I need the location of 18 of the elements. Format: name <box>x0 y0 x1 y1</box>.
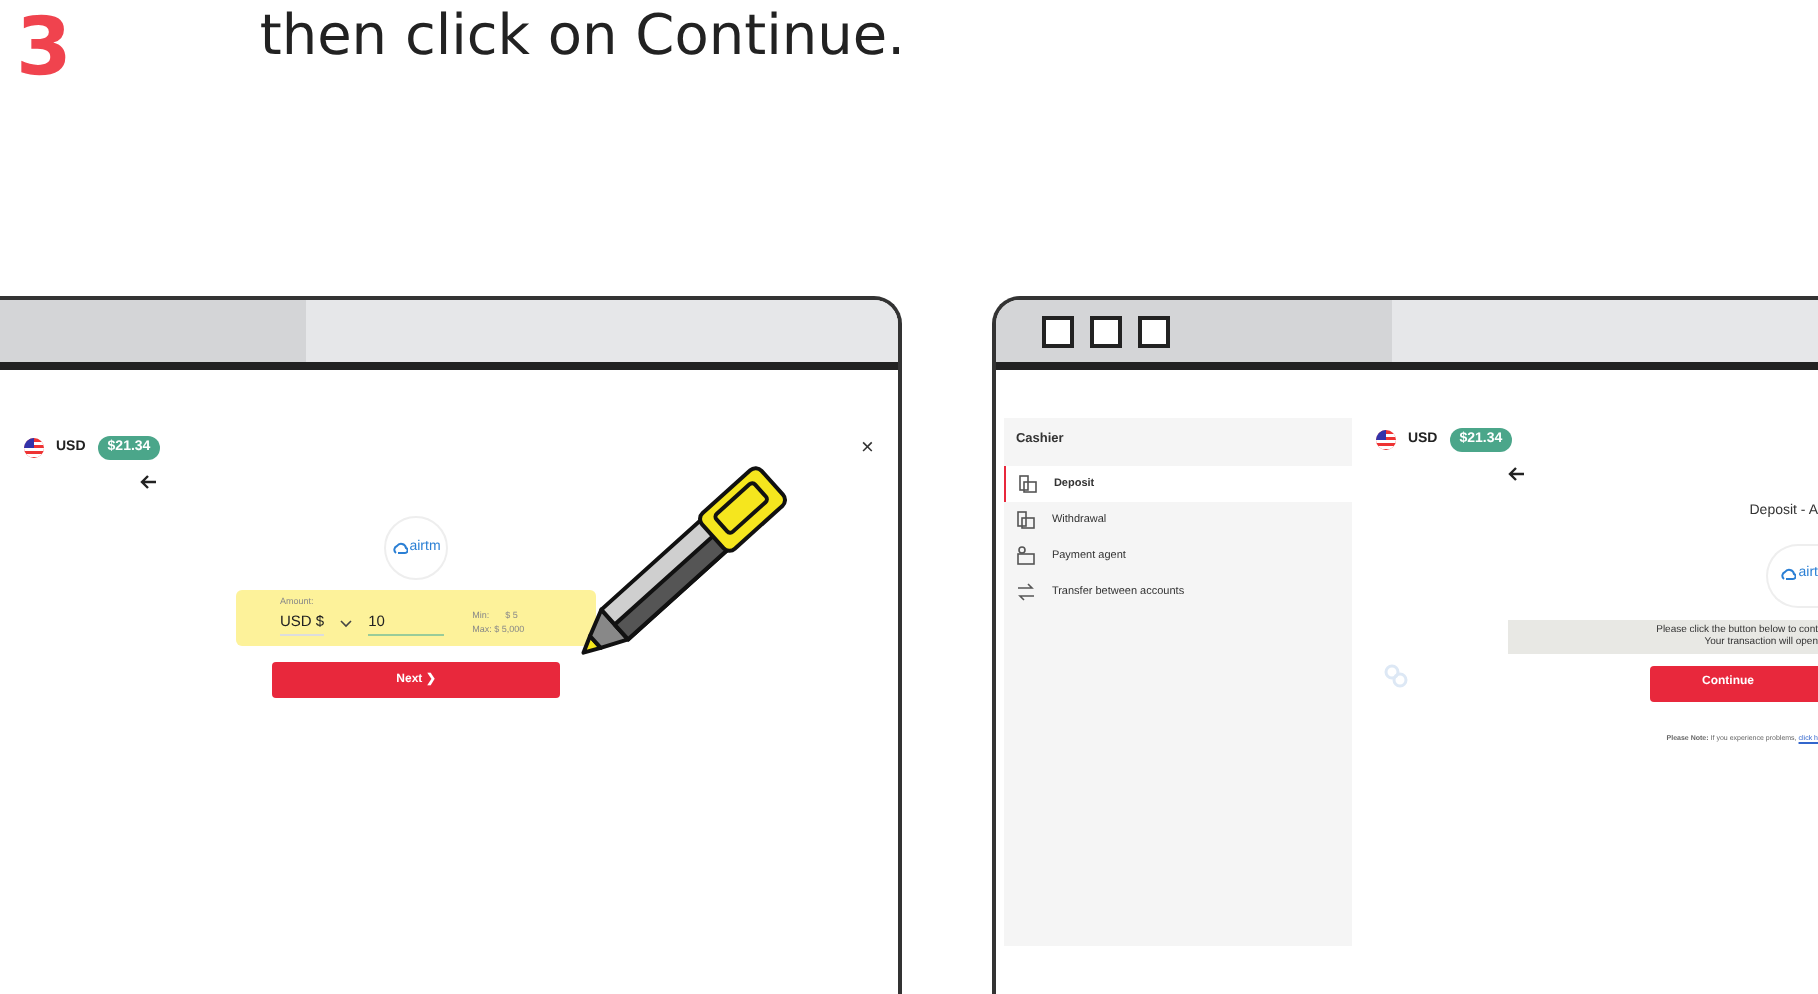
back-arrow-icon[interactable] <box>1507 466 1526 482</box>
window-control-icon[interactable] <box>1137 315 1170 347</box>
instruction-text: then click on Continue. <box>259 8 905 64</box>
back-arrow-icon[interactable] <box>140 474 158 490</box>
cloud-icon <box>1780 568 1797 582</box>
card-icon <box>1017 474 1038 494</box>
step-number: 3 <box>14 0 72 96</box>
flag-icon <box>1375 430 1396 450</box>
card-icon <box>1015 510 1036 530</box>
close-button[interactable]: × <box>861 431 874 465</box>
transfer-arrows-icon <box>1015 582 1036 602</box>
cloud-icon <box>391 541 408 555</box>
flag-icon <box>24 438 44 458</box>
agent-icon <box>1015 546 1036 566</box>
window-control-icon[interactable] <box>1041 315 1074 347</box>
link-icon <box>1383 663 1408 688</box>
chevron-down-icon <box>340 619 353 627</box>
window-control-icon[interactable] <box>1089 315 1122 347</box>
